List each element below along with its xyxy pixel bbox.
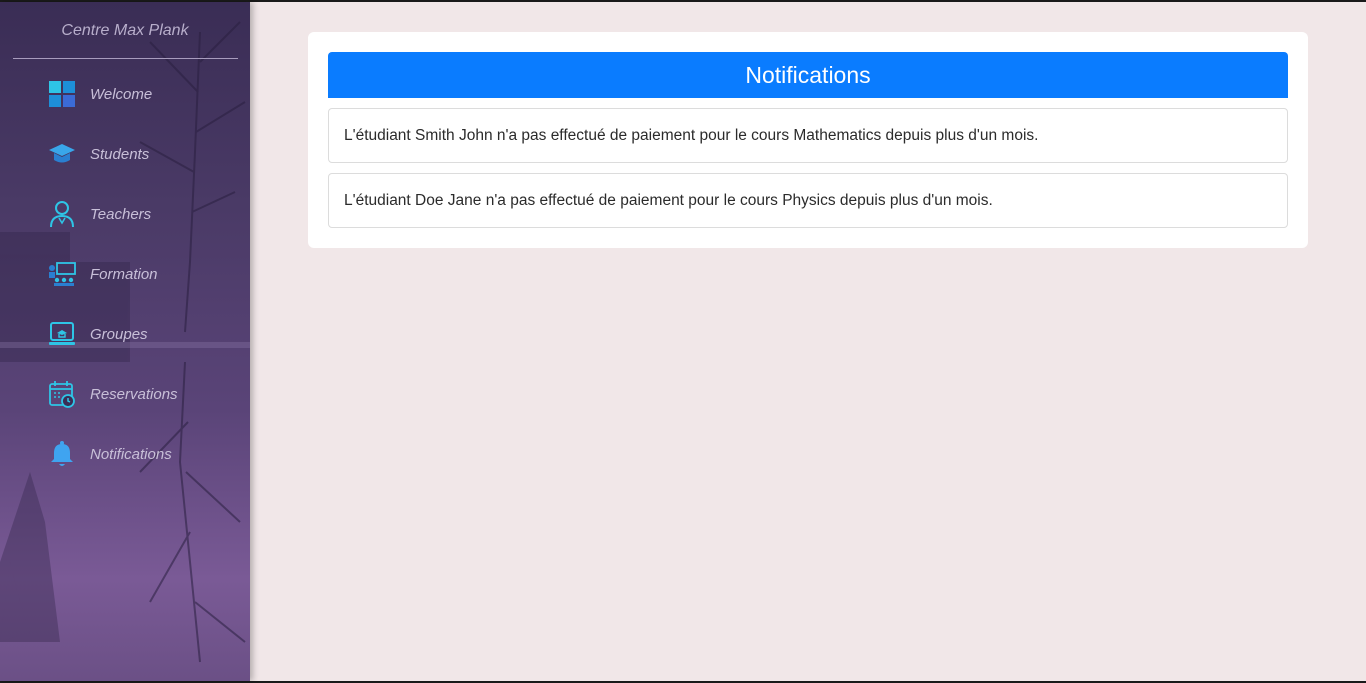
sidebar-item-welcome[interactable]: Welcome xyxy=(40,72,240,116)
sidebar-item-notifications[interactable]: Notifications xyxy=(40,432,240,476)
notification-item: L'étudiant Doe Jane n'a pas effectué de … xyxy=(328,173,1288,228)
dashboard-grid-icon xyxy=(40,72,84,116)
sidebar-item-label: Teachers xyxy=(90,205,152,223)
sidebar-item-reservations[interactable]: Reservations xyxy=(40,372,240,416)
sidebar-item-teachers[interactable]: Teachers xyxy=(40,192,240,236)
notification-item: L'étudiant Smith John n'a pas effectué d… xyxy=(328,108,1288,163)
sidebar-item-label: Students xyxy=(90,145,150,163)
graduation-cap-icon xyxy=(40,132,84,176)
app-window: Centre Max Plank Welcome Students Teache… xyxy=(0,2,1366,681)
group-laptop-icon xyxy=(40,312,84,356)
sidebar-item-label: Welcome xyxy=(90,85,153,103)
sidebar-item-groupes[interactable]: Groupes xyxy=(40,312,240,356)
teacher-icon xyxy=(40,192,84,236)
notification-list: L'étudiant Smith John n'a pas effectué d… xyxy=(328,108,1288,238)
sidebar-item-formation[interactable]: Formation xyxy=(40,252,240,296)
calendar-clock-icon xyxy=(40,372,84,416)
sidebar-item-students[interactable]: Students xyxy=(40,132,240,176)
sidebar-item-label: Reservations xyxy=(90,385,178,403)
notifications-panel: Notifications L'étudiant Smith John n'a … xyxy=(308,32,1308,248)
brand-divider xyxy=(13,58,238,59)
page-title: Notifications xyxy=(328,52,1288,98)
sidebar-item-label: Groupes xyxy=(90,325,148,343)
brand-title: Centre Max Plank xyxy=(61,22,189,39)
sidebar-item-label: Formation xyxy=(90,265,158,283)
classroom-icon xyxy=(40,252,84,296)
sidebar: Centre Max Plank Welcome Students Teache… xyxy=(0,2,250,681)
bell-icon xyxy=(40,432,84,476)
sidebar-item-label: Notifications xyxy=(90,445,172,463)
